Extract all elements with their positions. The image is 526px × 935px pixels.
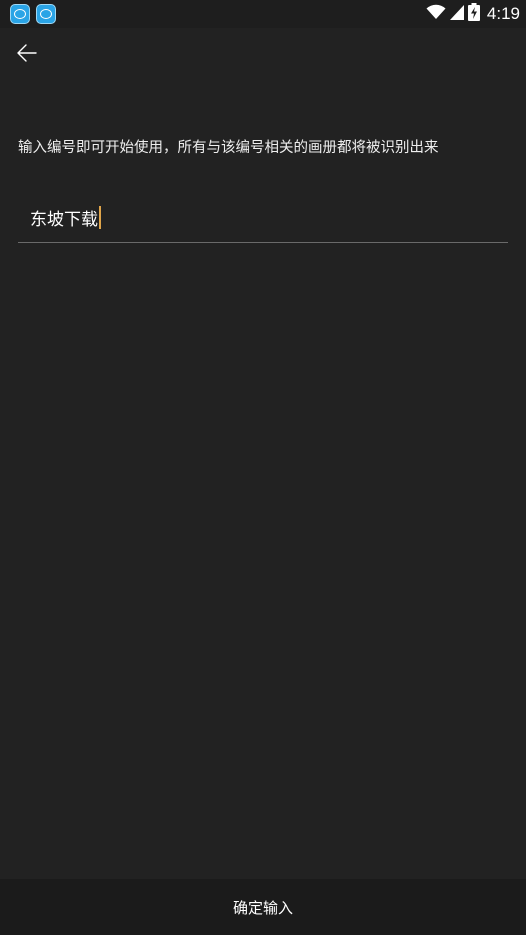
app-screen: 4:19 输入编号即可开始使用，所有与该编号相关的画册都将被识别出来 东坡下载 …	[0, 0, 526, 935]
status-time: 4:19	[486, 4, 520, 23]
text-caret	[99, 206, 101, 229]
back-button[interactable]	[10, 40, 44, 70]
instruction-text: 输入编号即可开始使用，所有与该编号相关的画册都将被识别出来	[18, 140, 439, 156]
signal-icon	[449, 4, 464, 24]
status-indicators: 4:19	[426, 3, 520, 25]
app-notification-icon	[10, 4, 30, 24]
battery-charging-icon	[467, 3, 480, 25]
status-bar: 4:19	[0, 0, 526, 28]
confirm-input-label: 确定输入	[232, 898, 293, 917]
code-input-value: 东坡下载	[30, 210, 98, 230]
app-notification-icon	[36, 4, 56, 24]
code-input-field[interactable]: 东坡下载	[18, 198, 508, 243]
wifi-icon	[426, 4, 446, 24]
confirm-input-button[interactable]: 确定输入	[0, 879, 526, 935]
back-arrow-icon	[16, 43, 38, 67]
